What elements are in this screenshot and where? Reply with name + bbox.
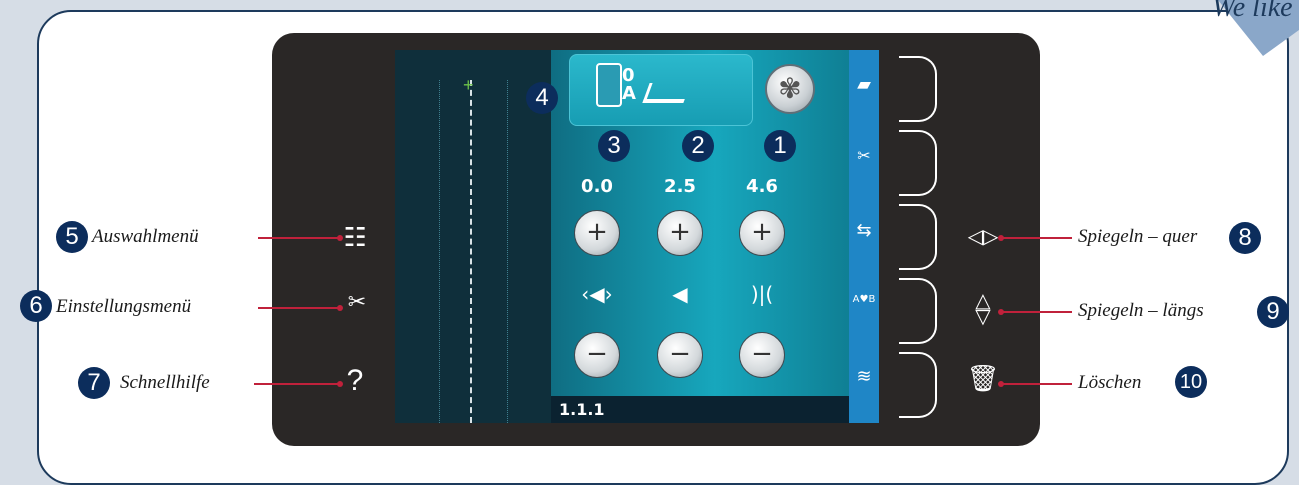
callout-label: Schnellhilfe bbox=[120, 372, 210, 393]
callout-leader bbox=[258, 237, 340, 239]
callout-leader-dot bbox=[337, 381, 343, 387]
hw-button-bracket[interactable] bbox=[899, 204, 937, 270]
foot-code-bottom: A bbox=[622, 83, 636, 104]
guide-line bbox=[439, 80, 440, 423]
callout-label: Spiegeln – längs bbox=[1078, 300, 1204, 321]
callout-leader bbox=[254, 383, 340, 385]
help-icon[interactable]: ? bbox=[338, 364, 372, 398]
tools-icon[interactable]: ✂ bbox=[340, 290, 374, 315]
callout-leader bbox=[1002, 237, 1072, 239]
stitch-settings-panel: 0 A ✾ 0.0 2.5 4.6 + + + ‹◀› ◀ )|( − − − bbox=[551, 50, 849, 423]
touch-screen: + 0 A ✾ 0.0 2.5 4.6 + + + ‹◀› ◀ )|( − − … bbox=[395, 50, 879, 423]
load-folder-icon[interactable]: ▰ bbox=[849, 74, 879, 95]
corner-tab: We like bbox=[1198, 0, 1299, 56]
value-balance: 0.0 bbox=[581, 176, 613, 197]
badge-1: 1 bbox=[764, 130, 796, 162]
badge-2: 2 bbox=[682, 130, 714, 162]
stitch-number: 1.1.1 bbox=[559, 400, 605, 419]
fan-icon[interactable]: ✾ bbox=[765, 64, 815, 114]
value-stitch-width: 2.5 bbox=[664, 176, 696, 197]
stitch-mirror-icon[interactable]: ⇆ bbox=[849, 220, 879, 241]
trash-icon[interactable]: 🗑 bbox=[966, 364, 1000, 394]
balance-icon: ‹◀› bbox=[581, 282, 613, 306]
badge-4: 4 bbox=[526, 82, 558, 114]
tie-cut-icon[interactable]: ✂ bbox=[849, 146, 879, 165]
badge-3: 3 bbox=[598, 130, 630, 162]
value-stitch-length: 4.6 bbox=[746, 176, 778, 197]
presser-foot-icon bbox=[596, 63, 622, 107]
stitch-length-minus-button[interactable]: − bbox=[739, 332, 785, 378]
badge-8: 8 bbox=[1229, 222, 1261, 254]
callout-leader-dot bbox=[337, 305, 343, 311]
stitch-length-plus-button[interactable]: + bbox=[739, 210, 785, 256]
badge-9: 9 bbox=[1257, 296, 1289, 328]
callout-label: Auswahlmenü bbox=[92, 226, 199, 247]
stitch-line bbox=[470, 80, 472, 423]
balance-minus-button[interactable]: − bbox=[574, 332, 620, 378]
stitch-length-icon: )|( bbox=[750, 282, 774, 306]
hw-button-bracket[interactable] bbox=[899, 130, 937, 196]
hw-button-bracket[interactable] bbox=[899, 278, 937, 344]
hw-button-bracket[interactable] bbox=[899, 56, 937, 122]
callout-label: Spiegeln – quer bbox=[1078, 226, 1198, 247]
presser-foot-box[interactable]: 0 A bbox=[569, 54, 753, 126]
hw-button-bracket[interactable] bbox=[899, 352, 937, 418]
callout-leader-dot bbox=[337, 235, 343, 241]
stitch-width-minus-button[interactable]: − bbox=[657, 332, 703, 378]
badge-5: 5 bbox=[56, 221, 88, 253]
sequence-icon[interactable]: A♥B bbox=[849, 294, 879, 305]
mirror-side-icon[interactable]: ◁▷ bbox=[966, 224, 1000, 248]
mirror-end-icon[interactable]: △ ▽ bbox=[966, 290, 1000, 326]
status-bar: 1.1.1 bbox=[551, 396, 849, 423]
balance-plus-button[interactable]: + bbox=[574, 210, 620, 256]
callout-leader bbox=[258, 307, 340, 309]
corner-text: We like bbox=[1212, 0, 1293, 23]
guide-line bbox=[507, 80, 508, 423]
callout-leader bbox=[1002, 383, 1072, 385]
badge-10: 10 bbox=[1175, 366, 1207, 398]
stitch-width-plus-button[interactable]: + bbox=[657, 210, 703, 256]
zigzag-icon[interactable]: ≋ bbox=[849, 366, 879, 387]
needle-position-marker: + bbox=[463, 75, 474, 95]
badge-6: 6 bbox=[20, 290, 52, 322]
callout-leader bbox=[1002, 311, 1072, 313]
badge-7: 7 bbox=[78, 367, 110, 399]
callout-label: Löschen bbox=[1078, 372, 1142, 393]
menu-grid-icon[interactable]: ☷ bbox=[338, 223, 372, 253]
sensor-foot-icon bbox=[642, 83, 691, 103]
callout-label: Einstellungsmenü bbox=[56, 296, 192, 317]
stitch-width-icon: ◀ bbox=[672, 282, 688, 306]
tool-column: ▰ ✂ ⇆ A♥B ≋ bbox=[849, 50, 879, 423]
